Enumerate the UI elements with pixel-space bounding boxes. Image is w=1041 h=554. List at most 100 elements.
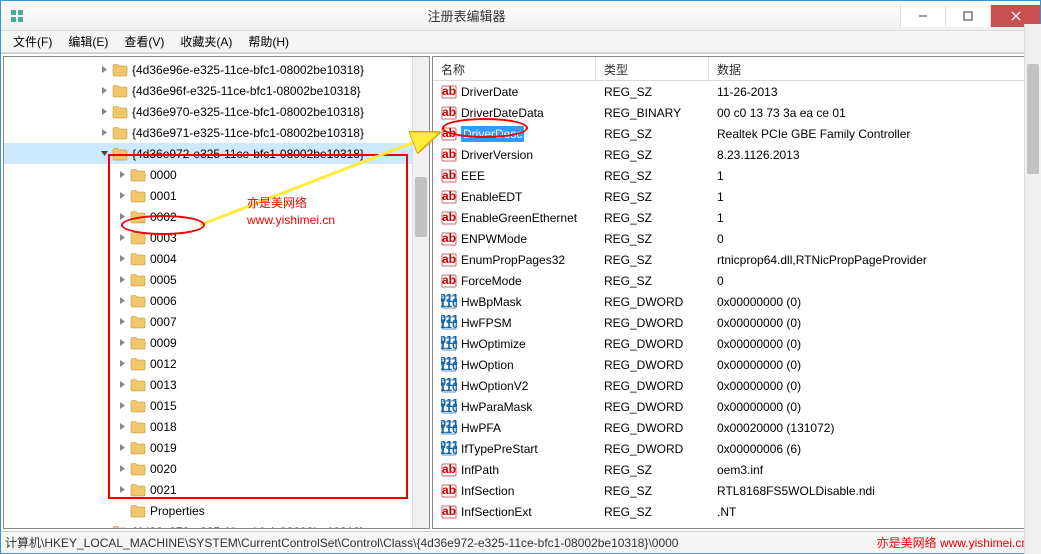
header-name[interactable]: 名称 bbox=[433, 57, 596, 80]
tree-item[interactable]: 0012 bbox=[4, 353, 429, 374]
value-data: 0x00020000 (131072) bbox=[709, 421, 1037, 435]
expand-icon[interactable] bbox=[116, 400, 128, 412]
expand-icon[interactable] bbox=[116, 295, 128, 307]
expand-icon[interactable] bbox=[116, 463, 128, 475]
expand-icon[interactable] bbox=[98, 85, 110, 97]
expand-icon[interactable] bbox=[116, 211, 128, 223]
value-type: REG_SZ bbox=[596, 253, 709, 267]
tree-item[interactable]: Properties bbox=[4, 500, 429, 521]
value-row[interactable]: DriverVersionREG_SZ8.23.1126.2013 bbox=[433, 144, 1037, 165]
value-row[interactable]: HwOptionREG_DWORD0x00000000 (0) bbox=[433, 354, 1037, 375]
expand-icon[interactable] bbox=[116, 190, 128, 202]
header-data[interactable]: 数据 bbox=[709, 57, 1037, 80]
value-data: 0 bbox=[709, 274, 1037, 288]
expand-icon[interactable] bbox=[116, 379, 128, 391]
value-row[interactable]: EnableGreenEthernetREG_SZ1 bbox=[433, 207, 1037, 228]
header-type[interactable]: 类型 bbox=[596, 57, 709, 80]
expand-icon[interactable] bbox=[116, 169, 128, 181]
value-row[interactable]: HwBpMaskREG_DWORD0x00000000 (0) bbox=[433, 291, 1037, 312]
value-row[interactable]: InfPathREG_SZoem3.inf bbox=[433, 459, 1037, 480]
expand-icon[interactable] bbox=[98, 526, 110, 530]
tree-item[interactable]: 0006 bbox=[4, 290, 429, 311]
tree-item[interactable]: 0000 bbox=[4, 164, 429, 185]
value-data: 1 bbox=[709, 169, 1037, 183]
tree-item[interactable]: 0002 bbox=[4, 206, 429, 227]
value-data: oem3.inf bbox=[709, 463, 1037, 477]
tree-item[interactable]: 0004 bbox=[4, 248, 429, 269]
tree-item[interactable]: 0020 bbox=[4, 458, 429, 479]
value-row[interactable]: HwOptimizeREG_DWORD0x00000000 (0) bbox=[433, 333, 1037, 354]
value-name: DriverDate bbox=[461, 85, 518, 99]
value-type: REG_SZ bbox=[596, 463, 709, 477]
list-header: 名称 类型 数据 bbox=[433, 57, 1037, 81]
tree-item[interactable]: 0021 bbox=[4, 479, 429, 500]
tree-item[interactable]: 0018 bbox=[4, 416, 429, 437]
value-data: 0x00000000 (0) bbox=[709, 400, 1037, 414]
tree-scrollbar[interactable] bbox=[412, 57, 429, 528]
value-data: Realtek PCIe GBE Family Controller bbox=[709, 127, 1037, 141]
menu-view[interactable]: 查看(V) bbox=[116, 31, 172, 52]
folder-icon bbox=[130, 336, 146, 350]
expand-icon[interactable] bbox=[116, 232, 128, 244]
tree-item[interactable]: 0015 bbox=[4, 395, 429, 416]
menu-file[interactable]: 文件(F) bbox=[5, 31, 60, 52]
tree-item[interactable]: {4d36e973-e325-11ce-bfc1-08002be10318} bbox=[4, 521, 429, 529]
value-row[interactable]: DriverDateDataREG_BINARY00 c0 13 73 3a e… bbox=[433, 102, 1037, 123]
value-row[interactable]: EnableEDTREG_SZ1 bbox=[433, 186, 1037, 207]
tree-item[interactable]: 0007 bbox=[4, 311, 429, 332]
minimize-button[interactable] bbox=[900, 5, 945, 27]
value-row[interactable]: HwPFAREG_DWORD0x00020000 (131072) bbox=[433, 417, 1037, 438]
value-row[interactable]: IfTypePreStartREG_DWORD0x00000006 (6) bbox=[433, 438, 1037, 459]
tree-item[interactable]: {4d36e96f-e325-11ce-bfc1-08002be10318} bbox=[4, 80, 429, 101]
value-row[interactable]: DriverDateREG_SZ11-26-2013 bbox=[433, 81, 1037, 102]
value-row[interactable]: HwFPSMREG_DWORD0x00000000 (0) bbox=[433, 312, 1037, 333]
expand-icon[interactable] bbox=[116, 421, 128, 433]
expand-icon[interactable] bbox=[98, 64, 110, 76]
tree-item[interactable]: 0005 bbox=[4, 269, 429, 290]
value-name: ENPWMode bbox=[461, 232, 527, 246]
window-title: 注册表编辑器 bbox=[33, 6, 900, 25]
expand-icon[interactable] bbox=[98, 127, 110, 139]
menu-favorites[interactable]: 收藏夹(A) bbox=[172, 31, 240, 52]
expand-icon[interactable] bbox=[116, 442, 128, 454]
value-row[interactable]: EnumPropPages32REG_SZrtnicprop64.dll,RTN… bbox=[433, 249, 1037, 270]
tree-item[interactable]: {4d36e971-e325-11ce-bfc1-08002be10318} bbox=[4, 122, 429, 143]
value-row[interactable]: HwOptionV2REG_DWORD0x00000000 (0) bbox=[433, 375, 1037, 396]
tree-item-label: 0018 bbox=[150, 420, 177, 434]
value-row[interactable]: DriverDescREG_SZRealtek PCIe GBE Family … bbox=[433, 123, 1037, 144]
expand-icon[interactable] bbox=[116, 253, 128, 265]
tree-item-label: 0019 bbox=[150, 441, 177, 455]
maximize-button[interactable] bbox=[945, 5, 990, 27]
collapse-icon[interactable] bbox=[98, 148, 110, 160]
tree-item[interactable]: 0019 bbox=[4, 437, 429, 458]
folder-icon bbox=[130, 357, 146, 371]
value-row[interactable]: ForceModeREG_SZ0 bbox=[433, 270, 1037, 291]
tree-item[interactable]: {4d36e972-e325-11ce-bfc1-08002be10318} bbox=[4, 143, 429, 164]
list-scrollbar[interactable] bbox=[1024, 56, 1038, 529]
tree-item[interactable]: 0009 bbox=[4, 332, 429, 353]
expand-icon[interactable] bbox=[98, 106, 110, 118]
status-path: 计算机\HKEY_LOCAL_MACHINE\SYSTEM\CurrentCon… bbox=[5, 534, 877, 551]
expand-icon[interactable] bbox=[116, 337, 128, 349]
string-value-icon bbox=[441, 168, 457, 184]
expand-icon[interactable] bbox=[116, 358, 128, 370]
tree-item[interactable]: 0003 bbox=[4, 227, 429, 248]
value-row[interactable]: EEEREG_SZ1 bbox=[433, 165, 1037, 186]
tree-item[interactable]: 0013 bbox=[4, 374, 429, 395]
expand-icon[interactable] bbox=[116, 316, 128, 328]
menu-help[interactable]: 帮助(H) bbox=[240, 31, 297, 52]
folder-icon bbox=[130, 168, 146, 182]
value-row[interactable]: InfSectionREG_SZRTL8168FS5WOLDisable.ndi bbox=[433, 480, 1037, 501]
expand-icon[interactable] bbox=[116, 274, 128, 286]
tree-item[interactable]: {4d36e96e-e325-11ce-bfc1-08002be10318} bbox=[4, 59, 429, 80]
value-row[interactable]: HwParaMaskREG_DWORD0x00000000 (0) bbox=[433, 396, 1037, 417]
value-data: 0 bbox=[709, 232, 1037, 246]
tree-item[interactable]: {4d36e970-e325-11ce-bfc1-08002be10318} bbox=[4, 101, 429, 122]
tree-pane[interactable]: {4d36e96e-e325-11ce-bfc1-08002be10318}{4… bbox=[3, 56, 430, 529]
value-row[interactable]: ENPWModeREG_SZ0 bbox=[433, 228, 1037, 249]
expand-icon[interactable] bbox=[116, 484, 128, 496]
tree-item[interactable]: 0001 bbox=[4, 185, 429, 206]
value-row[interactable]: InfSectionExtREG_SZ.NT bbox=[433, 501, 1037, 522]
values-pane[interactable]: 名称 类型 数据 DriverDateREG_SZ11-26-2013Drive… bbox=[432, 56, 1038, 529]
menu-edit[interactable]: 编辑(E) bbox=[60, 31, 116, 52]
